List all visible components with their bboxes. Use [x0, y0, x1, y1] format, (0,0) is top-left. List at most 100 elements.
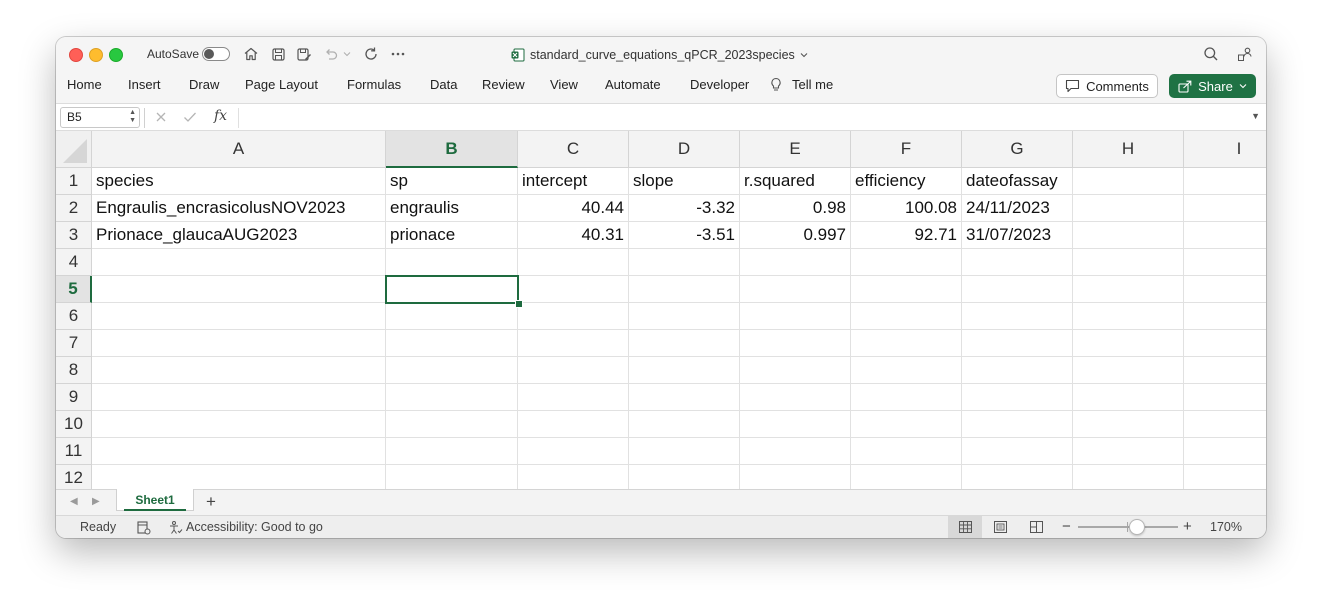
cell-h9[interactable]: [1073, 384, 1184, 411]
fill-handle[interactable]: [515, 300, 523, 308]
cell-f3[interactable]: 92.71: [851, 222, 962, 249]
search-icon[interactable]: [1202, 45, 1220, 63]
cell-i3[interactable]: [1184, 222, 1266, 249]
next-sheet-icon[interactable]: ▶: [92, 496, 100, 507]
undo-icon[interactable]: [322, 45, 340, 63]
row-header[interactable]: 11: [56, 438, 92, 465]
cell-e4[interactable]: [740, 249, 851, 276]
cell-b6[interactable]: [386, 303, 518, 330]
cell-a4[interactable]: [92, 249, 386, 276]
cell-c9[interactable]: [518, 384, 629, 411]
cell-a11[interactable]: [92, 438, 386, 465]
cell-i11[interactable]: [1184, 438, 1266, 465]
add-sheet-button[interactable]: +: [206, 492, 216, 512]
cell-d4[interactable]: [629, 249, 740, 276]
cell-a2[interactable]: Engraulis_encrasicolusNOV2023: [92, 195, 386, 222]
cell-d2[interactable]: -3.32: [629, 195, 740, 222]
previous-sheet-icon[interactable]: ◀: [70, 496, 78, 507]
undo-dropdown-icon[interactable]: [342, 45, 352, 63]
cell-f5[interactable]: [851, 276, 962, 303]
cell-c3[interactable]: 40.31: [518, 222, 629, 249]
cell-h12[interactable]: [1073, 465, 1184, 489]
save-as-icon[interactable]: [295, 45, 313, 63]
cell-b5[interactable]: [386, 276, 518, 303]
cell-i1[interactable]: [1184, 168, 1266, 195]
cell-b8[interactable]: [386, 357, 518, 384]
cell-a1[interactable]: species: [92, 168, 386, 195]
tab-review[interactable]: Review: [482, 77, 525, 92]
row-header[interactable]: 6: [56, 303, 92, 330]
tab-data[interactable]: Data: [430, 77, 457, 92]
column-header-h[interactable]: H: [1073, 131, 1184, 168]
row-header[interactable]: 3: [56, 222, 92, 249]
cell-a10[interactable]: [92, 411, 386, 438]
cell-g2[interactable]: 24/11/2023: [962, 195, 1073, 222]
cancel-edit-icon[interactable]: [153, 109, 169, 125]
cell-d5[interactable]: [629, 276, 740, 303]
tab-automate[interactable]: Automate: [605, 77, 661, 92]
cell-g7[interactable]: [962, 330, 1073, 357]
tab-draw[interactable]: Draw: [189, 77, 219, 92]
expand-formula-bar-icon[interactable]: ▼: [1251, 111, 1260, 121]
page-layout-view-button[interactable]: [983, 516, 1017, 538]
row-header[interactable]: 2: [56, 195, 92, 222]
column-header-i[interactable]: I: [1184, 131, 1266, 168]
cell-b3[interactable]: prionace: [386, 222, 518, 249]
cell-h8[interactable]: [1073, 357, 1184, 384]
accessibility-status[interactable]: Accessibility: Good to go: [186, 520, 323, 534]
cell-h5[interactable]: [1073, 276, 1184, 303]
row-header[interactable]: 8: [56, 357, 92, 384]
cell-g1[interactable]: dateofassay: [962, 168, 1073, 195]
cell-i10[interactable]: [1184, 411, 1266, 438]
confirm-edit-icon[interactable]: [182, 109, 198, 125]
cell-e12[interactable]: [740, 465, 851, 489]
column-header-a[interactable]: A: [92, 131, 386, 168]
cell-h3[interactable]: [1073, 222, 1184, 249]
cell-h4[interactable]: [1073, 249, 1184, 276]
cell-b12[interactable]: [386, 465, 518, 489]
cell-a8[interactable]: [92, 357, 386, 384]
cell-a5[interactable]: [92, 276, 386, 303]
cell-c12[interactable]: [518, 465, 629, 489]
cell-d3[interactable]: -3.51: [629, 222, 740, 249]
tab-view[interactable]: View: [550, 77, 578, 92]
tab-developer[interactable]: Developer: [690, 77, 749, 92]
close-window-button[interactable]: [69, 48, 83, 62]
row-header-active[interactable]: 5: [56, 276, 92, 303]
cell-h2[interactable]: [1073, 195, 1184, 222]
save-icon[interactable]: [269, 45, 287, 63]
cell-e8[interactable]: [740, 357, 851, 384]
cell-i4[interactable]: [1184, 249, 1266, 276]
cell-e11[interactable]: [740, 438, 851, 465]
cell-h1[interactable]: [1073, 168, 1184, 195]
macro-recording-icon[interactable]: [135, 519, 151, 535]
cell-e3[interactable]: 0.997: [740, 222, 851, 249]
zoom-slider-knob[interactable]: [1129, 519, 1145, 535]
column-header-g[interactable]: G: [962, 131, 1073, 168]
tab-formulas[interactable]: Formulas: [347, 77, 401, 92]
maximize-window-button[interactable]: [109, 48, 123, 62]
cell-g10[interactable]: [962, 411, 1073, 438]
cell-b11[interactable]: [386, 438, 518, 465]
cell-b10[interactable]: [386, 411, 518, 438]
minimize-window-button[interactable]: [89, 48, 103, 62]
redo-icon[interactable]: [362, 45, 380, 63]
cell-i5[interactable]: [1184, 276, 1266, 303]
cell-i6[interactable]: [1184, 303, 1266, 330]
cell-g9[interactable]: [962, 384, 1073, 411]
cell-f7[interactable]: [851, 330, 962, 357]
page-break-view-button[interactable]: [1019, 516, 1053, 538]
row-header[interactable]: 10: [56, 411, 92, 438]
cell-h7[interactable]: [1073, 330, 1184, 357]
cell-c6[interactable]: [518, 303, 629, 330]
cell-b7[interactable]: [386, 330, 518, 357]
cell-f12[interactable]: [851, 465, 962, 489]
cell-d6[interactable]: [629, 303, 740, 330]
cell-f9[interactable]: [851, 384, 962, 411]
cell-c10[interactable]: [518, 411, 629, 438]
cell-c11[interactable]: [518, 438, 629, 465]
zoom-in-button[interactable]: +: [1183, 518, 1192, 535]
cell-d1[interactable]: slope: [629, 168, 740, 195]
cell-h6[interactable]: [1073, 303, 1184, 330]
document-title[interactable]: standard_curve_equations_qPCR_2023specie…: [511, 46, 808, 64]
